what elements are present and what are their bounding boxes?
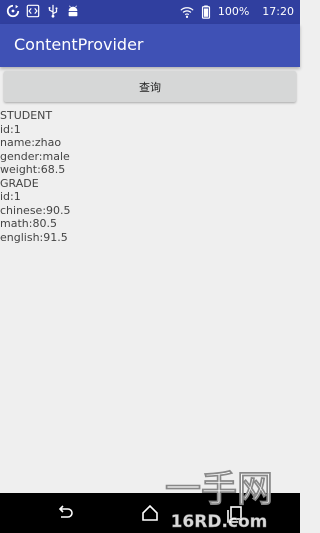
battery-icon [201,5,210,19]
result-line: GRADE [0,176,39,190]
usb-icon [48,4,58,18]
result-text: STUDENT id:1 name:zhao gender:male weigh… [0,109,71,244]
app-title: ContentProvider [14,35,144,54]
result-line: chinese:90.5 [0,203,71,217]
result-line: gender:male [0,149,70,163]
status-time: 17:20 [262,5,294,18]
status-left-icons [6,4,80,18]
code-icon [26,4,40,18]
query-button[interactable]: 查询 [4,71,296,102]
result-line: STUDENT [0,109,53,122]
watermark-logo: 一手网 16RD.com [165,469,274,533]
result-line: name:zhao [0,136,62,149]
battery-percent: 100% [217,5,250,18]
watermark-text-top: 一手网 [165,469,273,510]
android-icon [68,5,78,17]
watermark-text-bottom: 16RD.com [171,512,268,532]
status-right-icons: 100% 17:20 [180,4,294,20]
sync-icon [6,4,20,18]
result-line: weight:68.5 [0,163,66,176]
result-line: id:1 [0,122,21,136]
result-line: english:91.5 [0,230,68,244]
wifi-icon [180,7,194,18]
result-line: math:80.5 [0,217,57,230]
back-icon[interactable] [55,503,75,523]
status-bar: 100% 17:20 [0,0,300,24]
result-line: id:1 [0,190,21,203]
app-bar: ContentProvider [0,24,300,67]
